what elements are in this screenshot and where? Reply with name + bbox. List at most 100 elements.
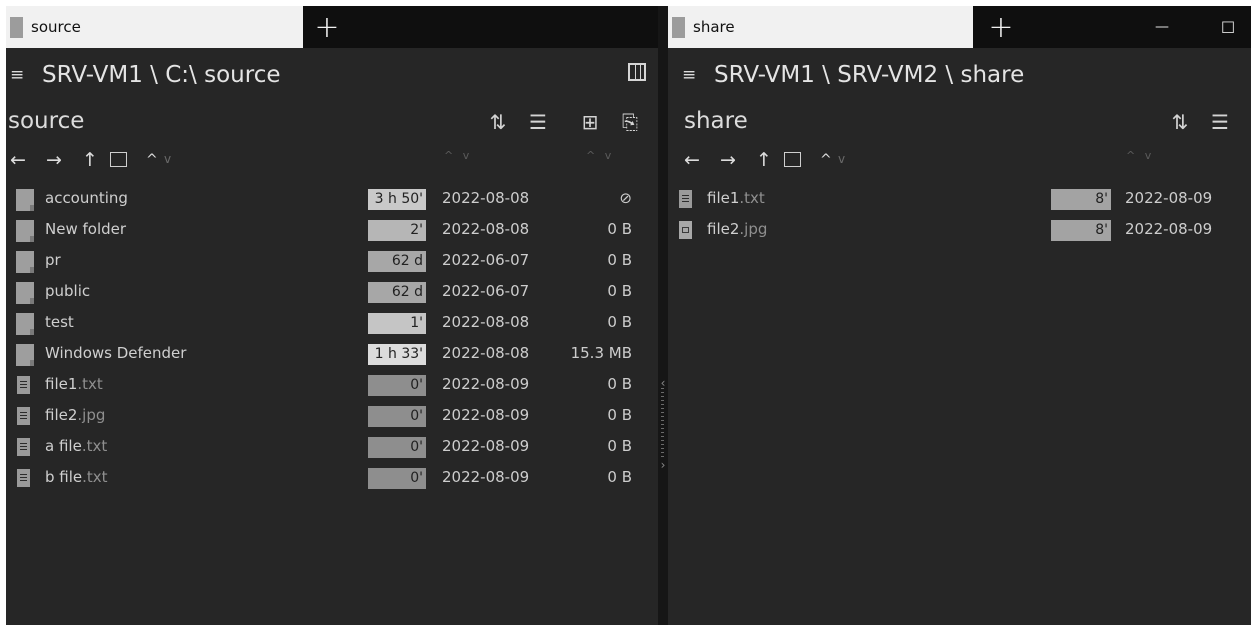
file-name: file1.txt (707, 189, 765, 207)
file-basename: file1 (45, 375, 78, 393)
file-size: 15.3 MB (570, 344, 632, 362)
file-age-badge: 8' (1051, 220, 1111, 241)
folder-icon (16, 313, 34, 335)
file-basename: pr (45, 251, 61, 269)
file-row[interactable]: New folder 2' 2022-08-08 0 B (6, 215, 658, 246)
file-extension: .jpg (739, 220, 768, 238)
file-basename: New folder (45, 220, 127, 238)
folder-icon (16, 189, 34, 211)
file-row[interactable]: file1.txt 8' 2022-08-09 (668, 184, 1251, 215)
file-row[interactable]: accounting 3 h 50' 2022-08-08 ⊘ (6, 184, 658, 215)
add-tab-button[interactable]: + (306, 6, 348, 48)
file-size: 0 B (607, 468, 632, 486)
file-age-badge: 0' (368, 375, 426, 396)
path-breadcrumb[interactable]: SRV-VM1 \ C:\ source (42, 62, 281, 88)
columns-icon[interactable] (628, 63, 646, 81)
file-name: file2.jpg (45, 406, 105, 424)
file-row[interactable]: pr 62 d 2022-06-07 0 B (6, 246, 658, 277)
path-breadcrumb[interactable]: SRV-VM1 \ SRV-VM2 \ share (714, 62, 1024, 88)
file-age-badge: 62 d (368, 251, 426, 272)
left-path-bar: ≡ SRV-VM1 \ C:\ source (6, 56, 658, 94)
right-title-row: share ⇅ ☰ (668, 106, 1251, 142)
folder-title: source (8, 108, 85, 134)
file-basename: accounting (45, 189, 128, 207)
menu-icon[interactable]: ≡ (682, 65, 706, 85)
file-age-badge: 1 h 33' (368, 344, 426, 365)
file-name: Windows Defender (45, 344, 186, 362)
forward-icon[interactable]: → (720, 149, 736, 171)
collapse-right-icon[interactable]: › (658, 458, 668, 472)
file-date: 2022-08-08 (442, 189, 530, 207)
text-file-icon (17, 438, 30, 456)
file-age-badge: 8' (1051, 189, 1111, 210)
maximize-button[interactable]: ☐ (1206, 6, 1250, 48)
add-tab-button[interactable]: + (980, 6, 1022, 48)
up-icon[interactable]: ↑ (82, 149, 98, 171)
file-row[interactable]: b file.txt 0' 2022-08-09 0 B (6, 463, 658, 494)
file-date: 2022-08-09 (1125, 220, 1213, 238)
file-name: file1.txt (45, 375, 103, 393)
folder-outline-icon[interactable] (784, 152, 801, 167)
file-size: 0 B (607, 282, 632, 300)
file-row[interactable]: Windows Defender 1 h 33' 2022-08-08 15.3 MB (6, 339, 658, 370)
left-pane: source + ≡ SRV-VM1 \ C:\ source source ⇅… (6, 6, 658, 625)
file-date: 2022-08-08 (442, 313, 530, 331)
list-view-icon[interactable]: ☰ (1208, 110, 1232, 134)
date-sort-indicator[interactable]: ^ v (1126, 149, 1154, 162)
file-row[interactable]: file2.jpg 0' 2022-08-09 0 B (6, 401, 658, 432)
file-row[interactable]: test 1' 2022-08-08 0 B (6, 308, 658, 339)
back-icon[interactable]: ← (10, 149, 26, 171)
file-date: 2022-08-09 (442, 437, 530, 455)
pane-splitter[interactable]: ‹ › (658, 6, 668, 625)
text-file-icon (17, 469, 30, 487)
file-name: accounting (45, 189, 128, 207)
menu-icon[interactable]: ≡ (10, 65, 34, 85)
file-extension: .txt (77, 375, 103, 393)
file-date: 2022-06-07 (442, 282, 530, 300)
file-extension: .txt (739, 189, 765, 207)
file-extension: .txt (81, 437, 108, 455)
file-age-badge: 1' (368, 313, 426, 334)
file-size: 0 B (607, 375, 632, 393)
file-row[interactable]: file2.jpg 8' 2022-08-09 (668, 215, 1251, 246)
minimize-button[interactable]: — (1140, 6, 1184, 48)
text-file-icon (17, 407, 30, 425)
collapse-icon[interactable]: ^ (146, 152, 158, 168)
sort-icon[interactable]: ⇅ (1168, 110, 1192, 134)
list-view-icon[interactable]: ☰ (526, 110, 550, 134)
file-size: 0 B (607, 220, 632, 238)
expand-icon[interactable]: v (164, 152, 171, 166)
sort-icon[interactable]: ⇅ (486, 110, 510, 134)
file-age-badge: 0' (368, 437, 426, 458)
paste-icon[interactable]: ⎘ (618, 110, 642, 134)
new-item-icon[interactable]: ⊞ (578, 110, 602, 134)
file-basename: Windows Defender (45, 344, 187, 362)
size-sort-indicator[interactable]: ^ v (586, 149, 614, 162)
file-name: pr (45, 251, 61, 269)
file-age-badge: 0' (368, 406, 426, 427)
splitter-grip[interactable] (661, 388, 664, 458)
right-pane: share + — ☐ ≡ SRV-VM1 \ SRV-VM2 \ share … (668, 6, 1251, 625)
file-name: test (45, 313, 74, 331)
file-row[interactable]: a file.txt 0' 2022-08-09 0 B (6, 432, 658, 463)
folder-outline-icon[interactable] (110, 152, 127, 167)
file-age-badge: 62 d (368, 282, 426, 303)
file-basename: file2 (707, 220, 740, 238)
tab-source[interactable]: source (6, 6, 303, 48)
forward-icon[interactable]: → (46, 149, 62, 171)
expand-icon[interactable]: v (838, 152, 845, 166)
file-date: 2022-08-09 (442, 375, 530, 393)
file-row[interactable]: file1.txt 0' 2022-08-09 0 B (6, 370, 658, 401)
up-icon[interactable]: ↑ (756, 149, 772, 171)
file-basename: file2 (45, 406, 78, 424)
tab-share[interactable]: share (668, 6, 973, 48)
file-name: file2.jpg (707, 220, 767, 238)
file-row[interactable]: public 62 d 2022-06-07 0 B (6, 277, 658, 308)
folder-icon (16, 344, 34, 366)
back-icon[interactable]: ← (684, 149, 700, 171)
date-sort-indicator[interactable]: ^ v (444, 149, 472, 162)
file-date: 2022-08-09 (1125, 189, 1213, 207)
file-size: ⊘ (619, 189, 632, 207)
collapse-icon[interactable]: ^ (820, 152, 832, 168)
text-file-icon (17, 376, 30, 394)
